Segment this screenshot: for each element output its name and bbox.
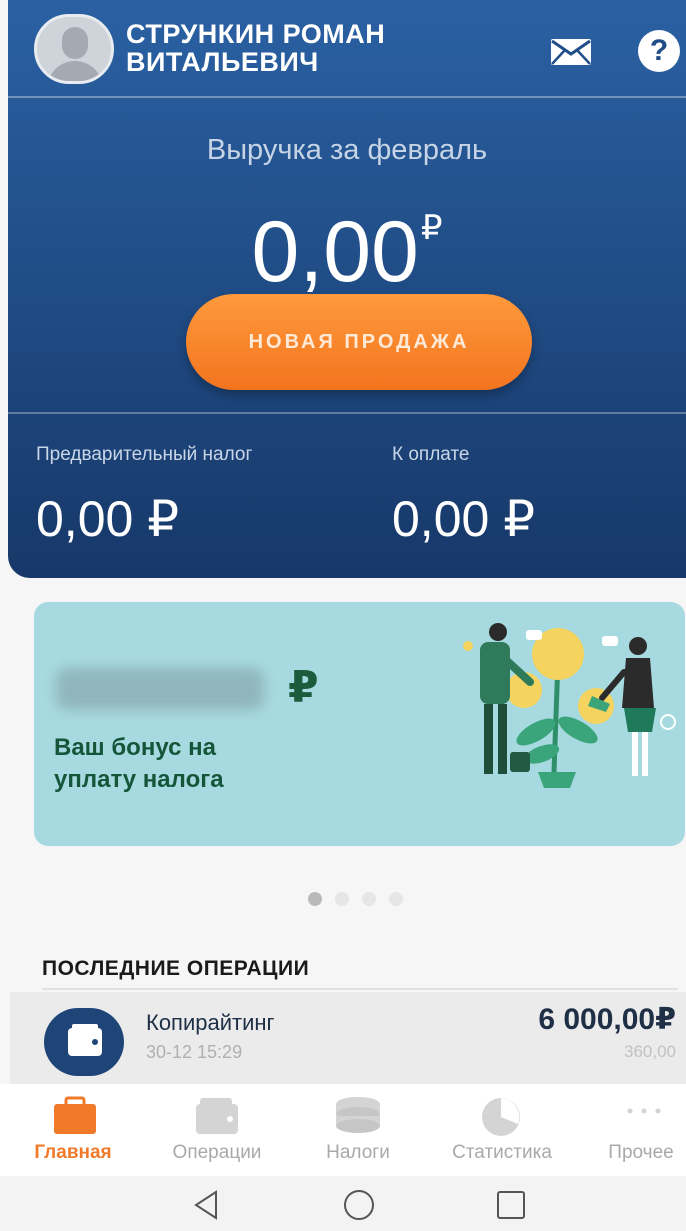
nav-item-more[interactable]: Прочее	[596, 1084, 686, 1176]
nav-item-home[interactable]: Главная	[14, 1084, 132, 1176]
coins-stack-icon	[336, 1097, 380, 1133]
back-icon[interactable]	[190, 1188, 224, 1222]
section-divider	[42, 988, 678, 990]
new-sale-button[interactable]: НОВАЯ ПРОДАЖА	[186, 294, 532, 390]
operation-amount: 6 000,00₽	[538, 1003, 676, 1036]
operation-row[interactable]: Копирайтинг 30-12 15:29 6 000,00₽ 360,00	[10, 992, 686, 1084]
top-bar: СТРУНКИН РОМАН ВИТАЛЬЕВИЧ ?	[8, 0, 686, 98]
operation-tax: 360,00	[624, 1042, 676, 1061]
to-pay-label: К оплате	[392, 444, 470, 465]
avatar[interactable]	[34, 14, 114, 84]
panel-divider	[8, 412, 686, 414]
recents-icon[interactable]	[494, 1188, 528, 1222]
preliminary-tax-value: 0,00 ₽	[36, 491, 180, 547]
briefcase-icon	[54, 1096, 96, 1134]
nav-label-more: Прочее	[608, 1142, 674, 1163]
wallet-icon	[68, 1024, 102, 1056]
revenue-amount: 0,00	[251, 204, 419, 300]
nav-item-taxes[interactable]: Налоги	[302, 1084, 414, 1176]
carousel-dot[interactable]	[335, 892, 349, 906]
more-dots-icon	[627, 1108, 661, 1114]
operation-date: 30-12 15:29	[146, 1042, 243, 1062]
user-name: СТРУНКИН РОМАН ВИТАЛЬЕВИЧ	[126, 20, 426, 76]
revenue-value: 0,00₽	[8, 180, 686, 300]
user-name-line2: ВИТАЛЬЕВИЧ	[126, 47, 319, 77]
nav-item-statistics[interactable]: Статистика	[430, 1084, 574, 1176]
home-icon[interactable]	[342, 1188, 376, 1222]
hidden-bonus-amount	[56, 668, 264, 710]
revenue-label: Выручка за февраль	[206, 134, 488, 166]
preliminary-tax-label: Предварительный налог	[36, 444, 253, 465]
wallet-icon	[196, 1098, 238, 1134]
promo-currency: ₽	[288, 663, 319, 712]
user-name-line1: СТРУНКИН РОМАН	[126, 19, 386, 49]
carousel-dot[interactable]	[362, 892, 376, 906]
nav-item-operations[interactable]: Операции	[150, 1084, 284, 1176]
system-navigation-bar	[0, 1176, 686, 1231]
promo-text-line1: Ваш бонус на	[54, 734, 216, 761]
mail-icon[interactable]	[550, 38, 592, 66]
nav-label-operations: Операции	[172, 1142, 262, 1163]
recent-operations-title: ПОСЛЕДНИЕ ОПЕРАЦИИ	[42, 957, 310, 980]
promo-text-line2: уплату налога	[54, 766, 224, 793]
nav-label-taxes: Налоги	[326, 1142, 390, 1163]
carousel-dot-active[interactable]	[308, 892, 322, 906]
avatar-body-shape	[47, 61, 103, 81]
operation-icon-circle	[44, 1008, 124, 1076]
pie-chart-icon	[482, 1098, 520, 1136]
nav-label-home: Главная	[34, 1142, 112, 1163]
operation-name: Копирайтинг	[146, 1010, 275, 1035]
promo-text: Ваш бонус на уплату налога	[54, 732, 314, 796]
bonus-promo-card[interactable]: ₽ Ваш бонус на уплату налога	[34, 602, 685, 846]
app-screen: СТРУНКИН РОМАН ВИТАЛЬЕВИЧ ? Выручка за ф…	[0, 0, 686, 1231]
help-icon[interactable]: ?	[638, 30, 680, 72]
revenue-currency: ₽	[420, 209, 443, 247]
revenue-panel: СТРУНКИН РОМАН ВИТАЛЬЕВИЧ ? Выручка за ф…	[8, 0, 686, 578]
carousel-dots[interactable]	[308, 892, 416, 908]
avatar-head-shape	[62, 27, 88, 59]
carousel-dot[interactable]	[389, 892, 403, 906]
nav-label-statistics: Статистика	[452, 1142, 552, 1163]
bottom-navigation: Главная Операции Налоги Статистика Проче…	[0, 1084, 686, 1176]
money-tree-illustration	[463, 623, 676, 788]
to-pay-value[interactable]: 0,00 ₽	[392, 490, 535, 548]
